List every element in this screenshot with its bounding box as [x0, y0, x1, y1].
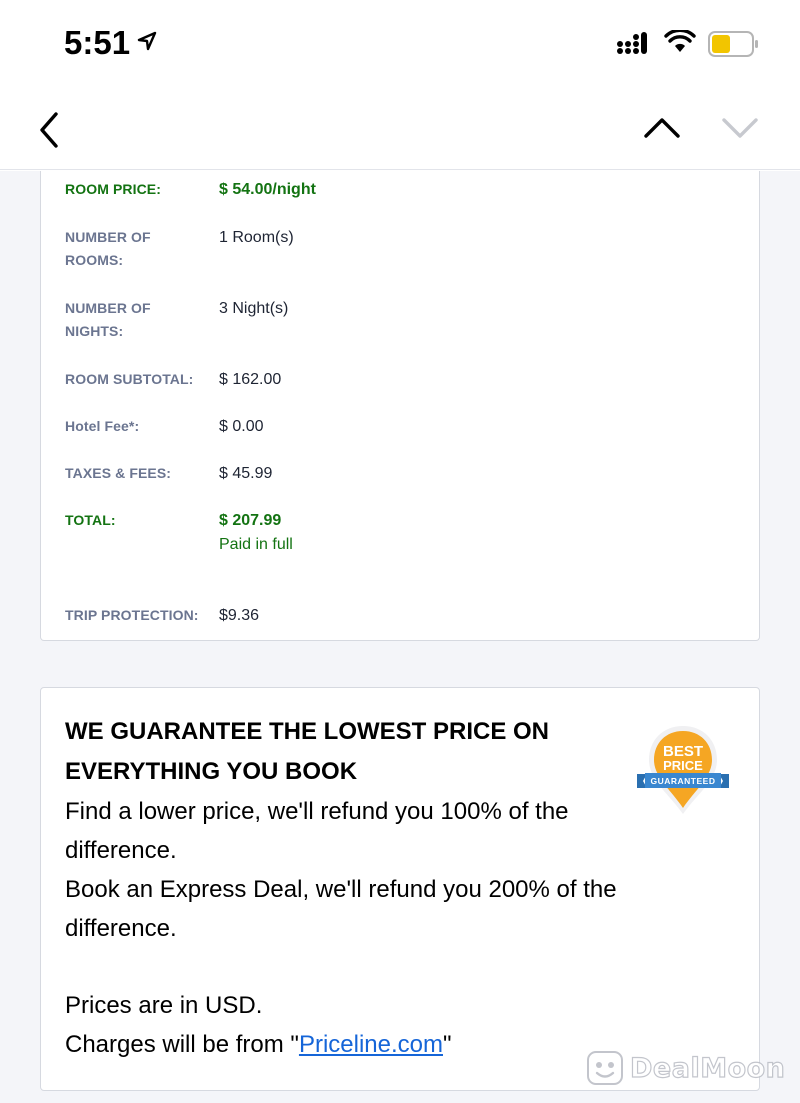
badge-price-text: PRICE [663, 758, 703, 773]
total-label: TOTAL: [65, 512, 116, 528]
number-of-nights-value: 3 Night(s) [219, 300, 289, 317]
badge-guaranteed-text: GUARANTEED [651, 776, 716, 786]
room-subtotal-label: ROOM SUBTOTAL: [65, 371, 194, 387]
chevron-down-icon [722, 118, 758, 138]
guarantee-text-line3: Book an Express Deal, we'll refund you 2… [65, 876, 617, 903]
status-bar: 5:51 [0, 0, 800, 90]
total-value: $ 207.99 [219, 512, 282, 529]
hotel-fee-label: Hotel Fee*: [65, 418, 140, 434]
chevron-up-icon [644, 118, 680, 138]
room-price-value: $ 54.00/night [219, 181, 316, 198]
watermark-text: DealMoon [629, 1052, 786, 1084]
guarantee-text-line4: difference. [65, 915, 177, 942]
guarantee-text-line1: Find a lower price, we'll refund you 100… [65, 798, 569, 825]
guarantee-title: WE GUARANTEE THE LOWEST PRICE ON EVERYTH… [65, 718, 550, 785]
number-of-nights-label: NUMBER OF NIGHTS: [65, 300, 151, 339]
room-price-label: ROOM PRICE: [65, 181, 161, 197]
room-subtotal-value: $ 162.00 [219, 371, 282, 388]
back-button[interactable] [32, 106, 72, 154]
trip-protection-value: $9.36 [219, 607, 260, 624]
wifi-icon [664, 30, 696, 52]
status-time: 5:51 [64, 24, 131, 61]
number-of-rooms-value: 1 Room(s) [219, 229, 294, 246]
taxes-fees-label: TAXES & FEES: [65, 465, 172, 481]
next-message-button[interactable] [718, 110, 762, 146]
priceline-link[interactable]: Priceline.com [299, 1031, 443, 1058]
trip-protection-label: TRIP PROTECTION: [65, 607, 199, 623]
price-details-card: ROOM PRICE: $ 54.00/night NUMBER OF ROOM… [40, 171, 760, 641]
cellular-signal-icon [617, 32, 647, 54]
number-of-rooms-label: NUMBER OF ROOMS: [65, 229, 151, 268]
currency-note: Prices are in USD. [65, 992, 263, 1019]
nav-bar [0, 90, 800, 170]
hotel-fee-value: $ 0.00 [219, 418, 264, 435]
email-content[interactable]: ROOM PRICE: $ 54.00/night NUMBER OF ROOM… [0, 171, 800, 1103]
price-guarantee-card: WE GUARANTEE THE LOWEST PRICE ON EVERYTH… [40, 687, 760, 1091]
paid-status: Paid in full [219, 536, 293, 553]
taxes-fees-value: $ 45.99 [219, 465, 273, 482]
dealmoon-watermark: DealMoon [586, 1050, 785, 1086]
previous-message-button[interactable] [640, 110, 684, 146]
dealmoon-logo-icon [587, 1051, 623, 1085]
chevron-left-icon [40, 112, 58, 148]
battery-icon [708, 31, 758, 57]
location-arrow-icon [137, 31, 157, 51]
guarantee-text-line2: difference. [65, 837, 177, 864]
